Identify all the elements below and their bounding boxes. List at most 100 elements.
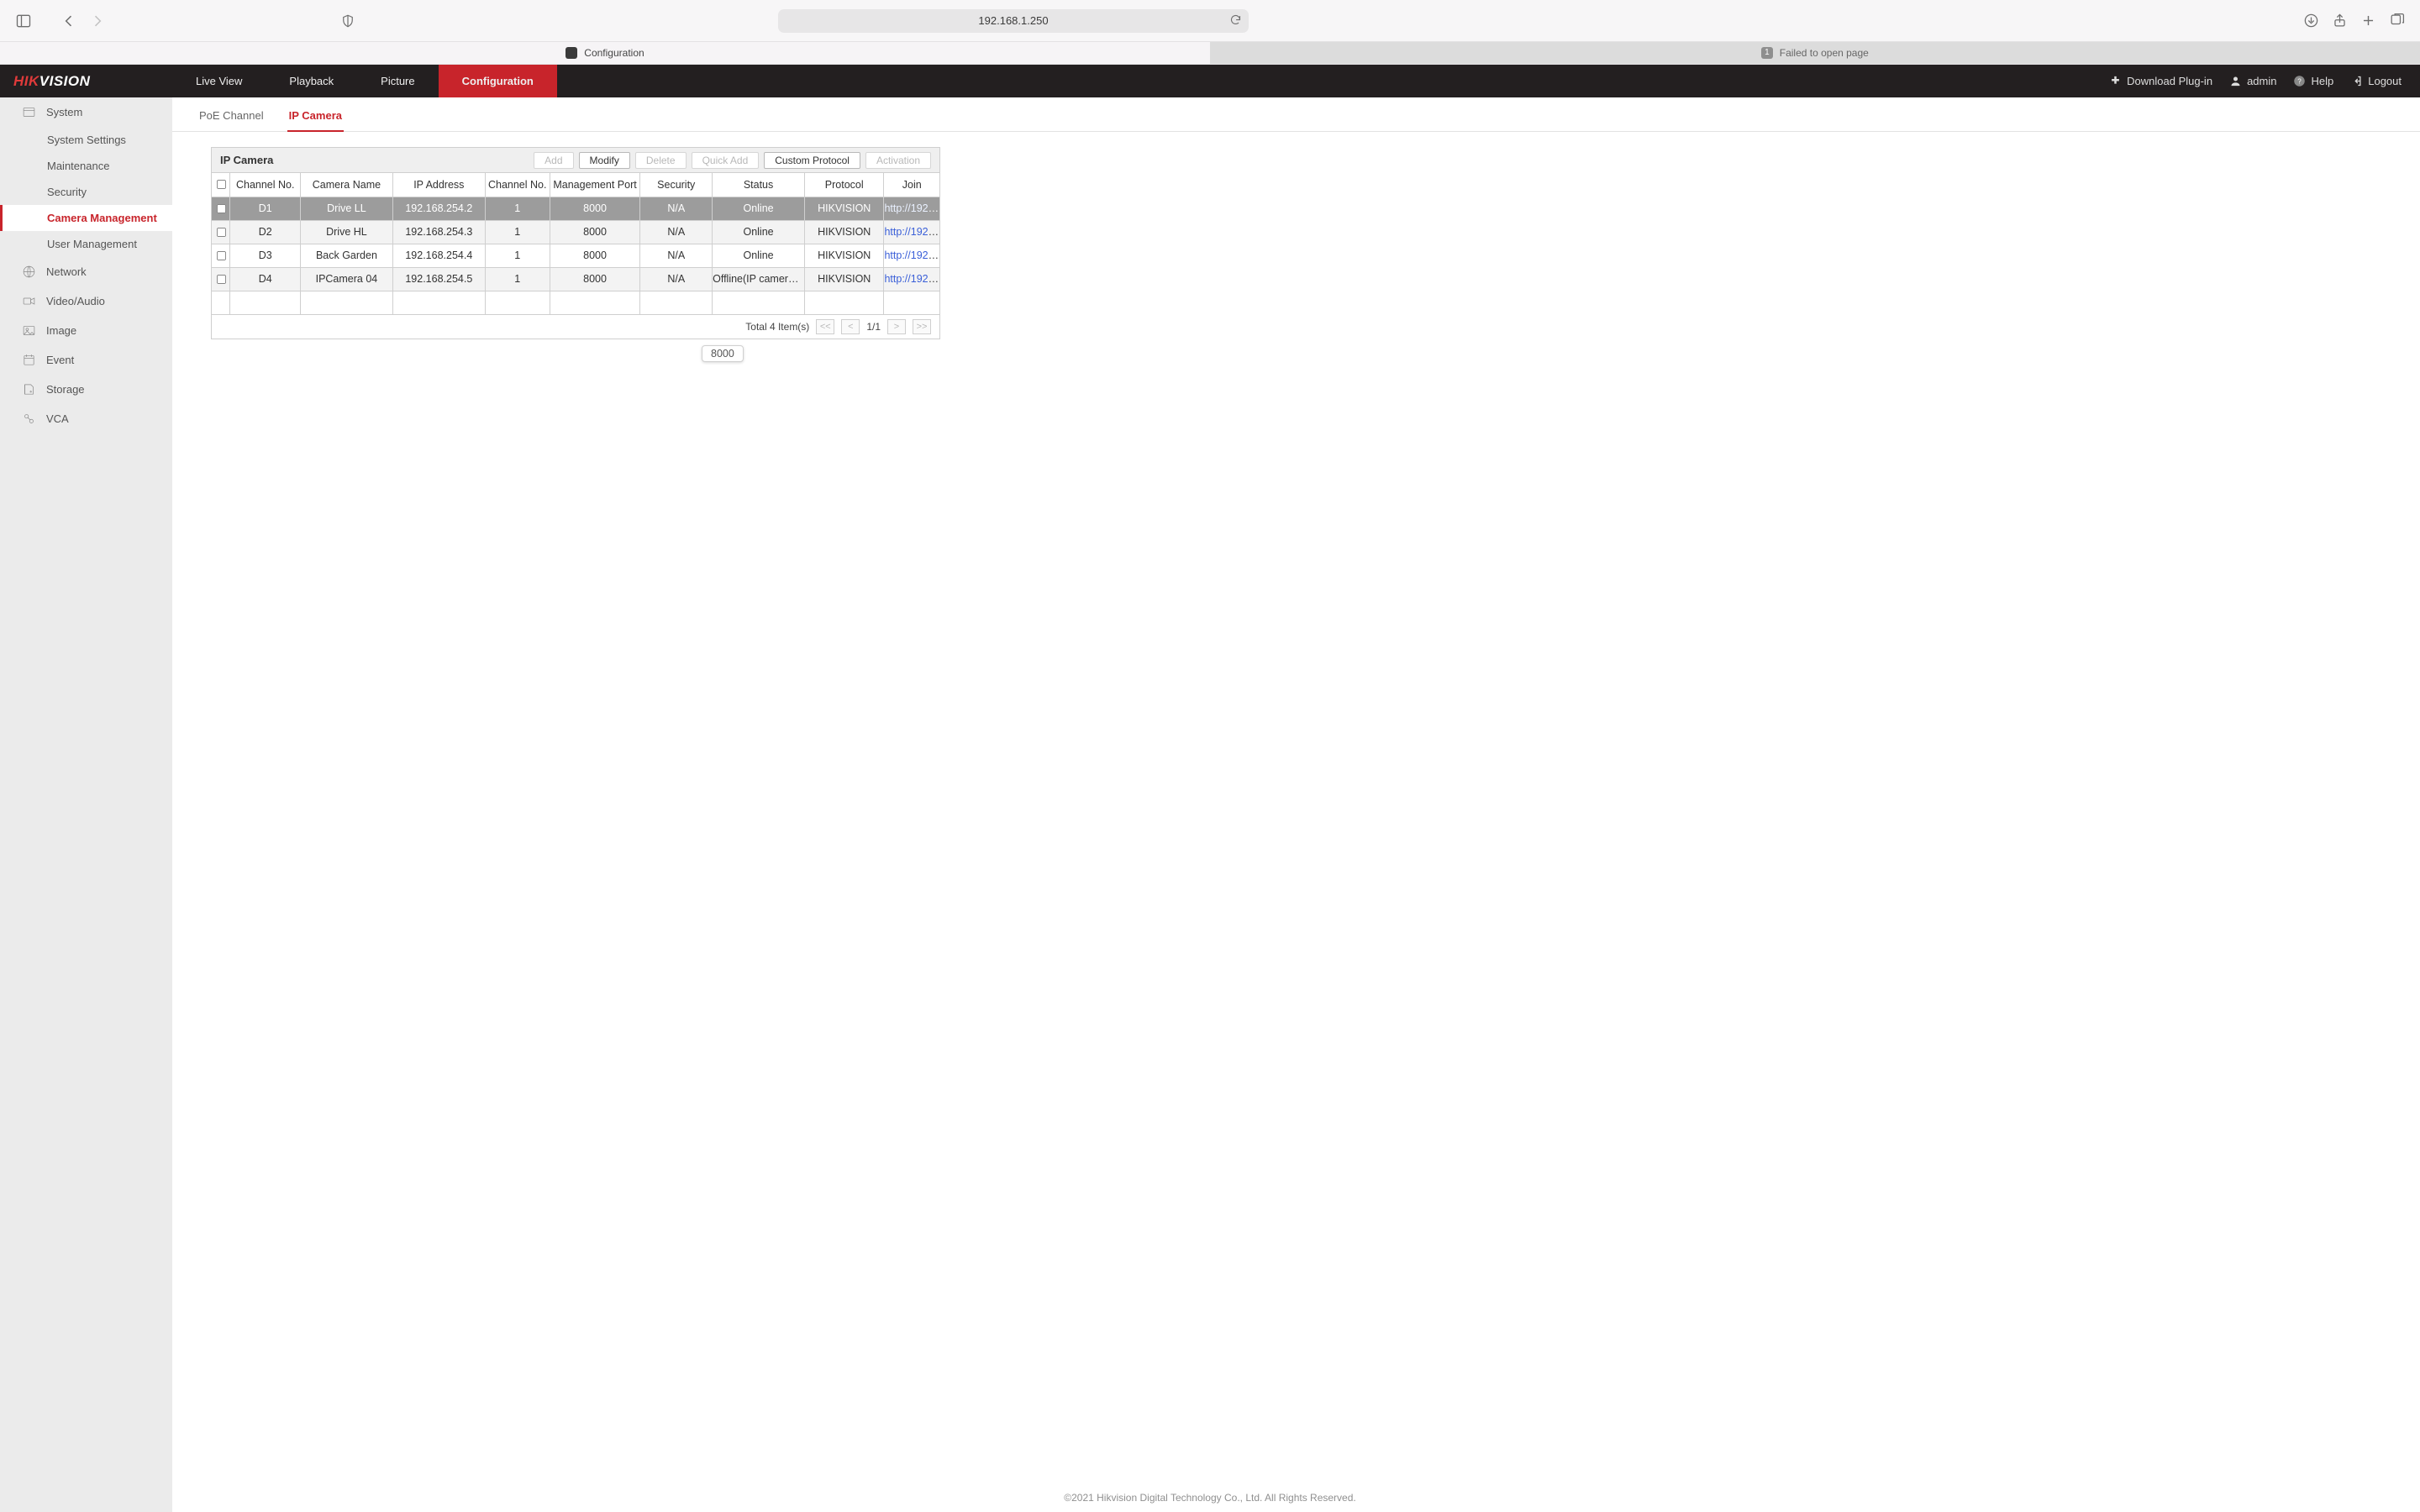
col-security[interactable]: Security	[640, 173, 713, 197]
col-protocol[interactable]: Protocol	[804, 173, 884, 197]
panel-footer: Total 4 Item(s) << < 1/1 > >>	[212, 315, 939, 339]
camera-table: Channel No. Camera Name IP Address Chann…	[212, 173, 939, 315]
total-items-label: Total 4 Item(s)	[745, 321, 809, 333]
join-link[interactable]: http://192.16…	[884, 202, 939, 214]
cell-channel-no-2: 1	[485, 244, 550, 267]
sidebar-item-security[interactable]: Security	[0, 179, 172, 205]
custom-protocol-button[interactable]: Custom Protocol	[764, 152, 860, 169]
subtab-poe-channel[interactable]: PoE Channel	[197, 104, 266, 131]
pager-next-button: >	[887, 319, 906, 334]
sidebar-label: Event	[46, 354, 74, 366]
cell-security: N/A	[640, 197, 713, 220]
col-join[interactable]: Join	[884, 173, 939, 197]
modify-button[interactable]: Modify	[579, 152, 630, 169]
brand-part1: HIK	[13, 73, 39, 90]
browser-tab-strip: Configuration 1 Failed to open page	[0, 42, 2420, 65]
cell-management-port: 8000	[550, 197, 640, 220]
select-all-checkbox[interactable]	[217, 180, 226, 189]
table-row[interactable]: D3Back Garden192.168.254.418000N/AOnline…	[212, 244, 939, 267]
join-link[interactable]: http://192.16…	[884, 249, 939, 261]
col-camera-name[interactable]: Camera Name	[300, 173, 392, 197]
col-channel-no[interactable]: Channel No.	[230, 173, 301, 197]
cell-join: http://192.16…	[884, 220, 939, 244]
help-link[interactable]: ? Help	[2293, 75, 2333, 87]
nav-configuration[interactable]: Configuration	[439, 65, 557, 97]
logout-label: Logout	[2368, 75, 2402, 87]
table-filler	[212, 291, 939, 314]
sidebar-item-storage[interactable]: Storage	[0, 375, 172, 404]
sidebar-item-maintenance[interactable]: Maintenance	[0, 153, 172, 179]
share-icon[interactable]	[2331, 13, 2348, 29]
col-ip-address[interactable]: IP Address	[392, 173, 485, 197]
cell-status: Online	[713, 220, 805, 244]
sidebar-toggle-icon[interactable]	[15, 13, 32, 29]
nav-live-view[interactable]: Live View	[172, 65, 266, 97]
downloads-icon[interactable]	[2302, 13, 2319, 29]
cell-channel-no: D1	[230, 197, 301, 220]
cell-ip-address: 192.168.254.3	[392, 220, 485, 244]
sidebar-item-system[interactable]: System	[0, 97, 172, 127]
new-tab-icon[interactable]	[2360, 13, 2376, 29]
user-menu[interactable]: admin	[2229, 75, 2276, 87]
panel-title: IP Camera	[220, 154, 273, 166]
nav-playback[interactable]: Playback	[266, 65, 357, 97]
nav-label: Configuration	[462, 75, 534, 87]
cell-management-port: 8000	[550, 220, 640, 244]
col-management-port[interactable]: Management Port	[550, 173, 640, 197]
row-checkbox[interactable]	[217, 250, 226, 260]
help-label: Help	[2311, 75, 2333, 87]
logout-link[interactable]: Logout	[2350, 75, 2402, 87]
download-plugin-link[interactable]: Download Plug-in	[2109, 75, 2212, 87]
sidebar-item-video-audio[interactable]: Video/Audio	[0, 286, 172, 316]
table-row[interactable]: D2Drive HL192.168.254.318000N/AOnlineHIK…	[212, 220, 939, 244]
cell-channel-no-2: 1	[485, 267, 550, 291]
cell-join: http://192.16…	[884, 244, 939, 267]
cell-protocol: HIKVISION	[804, 220, 884, 244]
address-bar[interactable]: 192.168.1.250	[778, 9, 1249, 33]
sidebar-item-image[interactable]: Image	[0, 316, 172, 345]
browser-tab-label: Failed to open page	[1780, 47, 1869, 59]
sidebar-label: Video/Audio	[46, 295, 105, 307]
nav-picture[interactable]: Picture	[357, 65, 438, 97]
sidebar-item-event[interactable]: Event	[0, 345, 172, 375]
nav-label: Playback	[289, 75, 334, 87]
svg-text:?: ?	[2298, 78, 2302, 86]
cell-camera-name: IPCamera 04	[300, 267, 392, 291]
nav-label: Live View	[196, 75, 242, 87]
pager-first-button: <<	[816, 319, 834, 334]
cell-security: N/A	[640, 244, 713, 267]
reload-icon[interactable]	[1229, 13, 1242, 29]
cell-camera-name: Drive HL	[300, 220, 392, 244]
cell-status: Online	[713, 244, 805, 267]
tab-badge: 1	[1761, 47, 1773, 59]
cell-join: http://192.16…	[884, 267, 939, 291]
sidebar-item-camera-management[interactable]: Camera Management	[0, 205, 172, 231]
sidebar-item-system-settings[interactable]: System Settings	[0, 127, 172, 153]
cell-channel-no: D2	[230, 220, 301, 244]
topnav: Live View Playback Picture Configuration	[172, 65, 557, 97]
topnav-right: Download Plug-in admin ? Help Logout	[2109, 65, 2420, 97]
table-row[interactable]: D1Drive LL192.168.254.218000N/AOnlineHIK…	[212, 197, 939, 220]
subtab-ip-camera[interactable]: IP Camera	[287, 104, 344, 132]
col-channel-no-2[interactable]: Channel No.	[485, 173, 550, 197]
row-checkbox[interactable]	[217, 227, 226, 236]
tab-overview-icon[interactable]	[2388, 13, 2405, 29]
col-status[interactable]: Status	[713, 173, 805, 197]
join-link[interactable]: http://192.16…	[884, 226, 939, 238]
browser-tab-configuration[interactable]: Configuration	[0, 42, 1210, 64]
address-bar-text: 192.168.1.250	[978, 14, 1048, 27]
sidebar-item-vca[interactable]: VCA	[0, 404, 172, 433]
user-label: admin	[2247, 75, 2276, 87]
privacy-shield-icon[interactable]	[339, 13, 356, 29]
cell-join: http://192.16…	[884, 197, 939, 220]
row-checkbox[interactable]	[217, 274, 226, 283]
join-link[interactable]: http://192.16…	[884, 273, 939, 285]
sidebar-item-user-management[interactable]: User Management	[0, 231, 172, 257]
sidebar-item-network[interactable]: Network	[0, 257, 172, 286]
row-checkbox[interactable]	[217, 203, 226, 213]
sidebar: System System Settings Maintenance Secur…	[0, 97, 172, 1512]
panel-header: IP Camera Add Modify Delete Quick Add Cu…	[212, 148, 939, 173]
nav-back-icon[interactable]	[60, 13, 77, 29]
table-row[interactable]: D4IPCamera 04192.168.254.518000N/AOfflin…	[212, 267, 939, 291]
browser-tab-failed[interactable]: 1 Failed to open page	[1210, 42, 2420, 64]
